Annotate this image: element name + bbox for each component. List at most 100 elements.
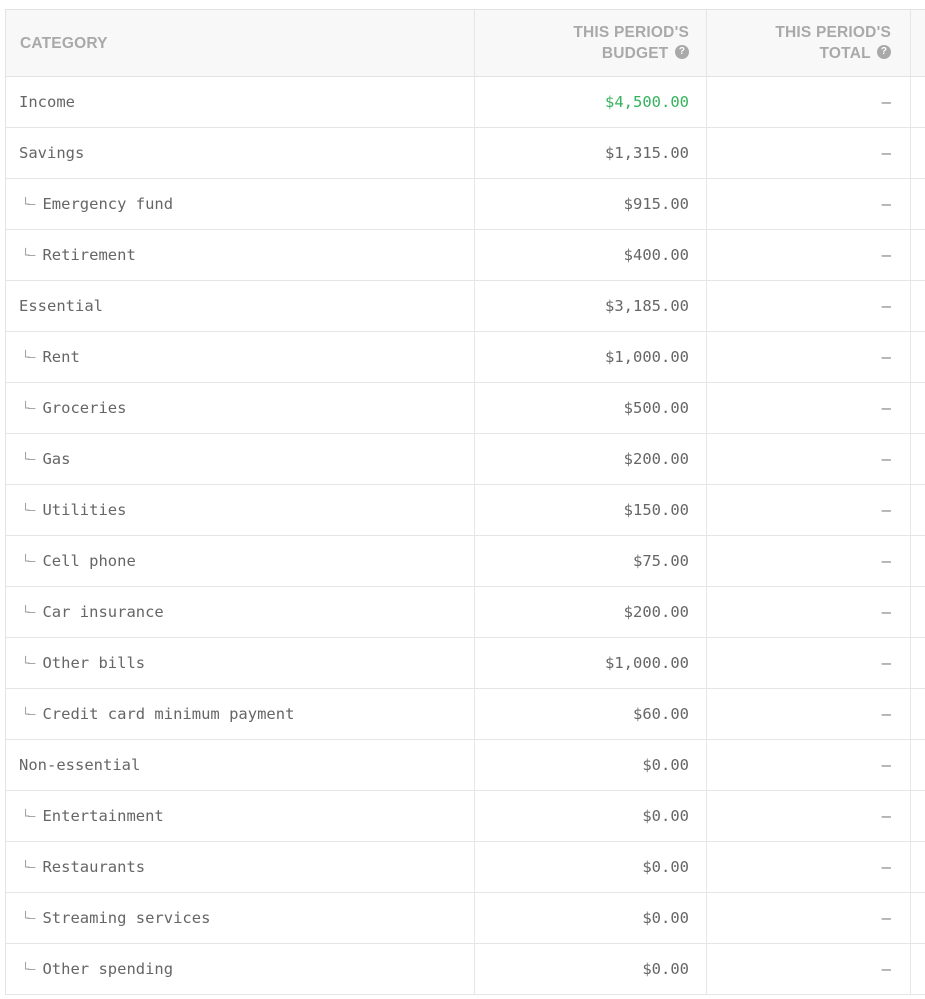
budget-cell[interactable]: $200.00 [475, 587, 707, 637]
branch-connector-icon: └– [22, 197, 35, 211]
budget-cell[interactable]: $0.00 [475, 842, 707, 892]
extra-cell [911, 230, 925, 280]
category-cell: └– Cell phone [6, 536, 475, 586]
budget-cell[interactable]: $60.00 [475, 689, 707, 739]
budget-amount: $200.00 [623, 450, 689, 468]
category-cell: └– Credit card minimum payment [6, 689, 475, 739]
total-cell: – [707, 842, 911, 892]
budget-amount: $0.00 [642, 807, 689, 825]
total-header-line2: TOTAL [819, 45, 871, 62]
category-label: Restaurants [42, 858, 146, 876]
total-amount: – [881, 195, 891, 213]
total-cell: – [707, 128, 911, 178]
table-row[interactable]: └– Cell phone $75.00 – [6, 536, 925, 587]
total-cell: – [707, 536, 911, 586]
table-row[interactable]: └– Car insurance $200.00 – [6, 587, 925, 638]
budget-cell[interactable]: $200.00 [475, 434, 707, 484]
category-label: Streaming services [42, 909, 211, 927]
table-row[interactable]: └– Entertainment $0.00 – [6, 791, 925, 842]
category-cell: └– Gas [6, 434, 475, 484]
total-cell: – [707, 434, 911, 484]
budget-cell[interactable]: $0.00 [475, 893, 707, 943]
total-cell: – [707, 77, 911, 127]
table-row[interactable]: Essential $3,185.00 – [6, 281, 925, 332]
budget-cell[interactable]: $3,185.00 [475, 281, 707, 331]
category-label: Rent [42, 348, 80, 366]
table-row[interactable]: └– Utilities $150.00 – [6, 485, 925, 536]
category-cell: └– Restaurants [6, 842, 475, 892]
total-column-header[interactable]: THIS PERIOD'S TOTAL ? [707, 10, 911, 76]
budget-help-icon[interactable]: ? [675, 44, 689, 59]
budget-cell[interactable]: $915.00 [475, 179, 707, 229]
category-cell: Savings [6, 128, 475, 178]
table-row[interactable]: └– Credit card minimum payment $60.00 – [6, 689, 925, 740]
total-header-label: THIS PERIOD'S TOTAL ? [775, 22, 891, 64]
budget-amount: $500.00 [623, 399, 689, 417]
total-cell: – [707, 332, 911, 382]
extra-cell [911, 791, 925, 841]
budget-cell[interactable]: $4,500.00 [475, 77, 707, 127]
category-label: Credit card minimum payment [42, 705, 295, 723]
total-amount: – [881, 297, 891, 315]
total-cell: – [707, 587, 911, 637]
budget-cell[interactable]: $1,315.00 [475, 128, 707, 178]
branch-connector-icon: └– [22, 962, 35, 976]
table-row[interactable]: └– Rent $1,000.00 – [6, 332, 925, 383]
budget-cell[interactable]: $1,000.00 [475, 332, 707, 382]
total-cell: – [707, 485, 911, 535]
total-cell: – [707, 179, 911, 229]
extra-cell [911, 842, 925, 892]
category-label: Car insurance [42, 603, 164, 621]
category-label: Other spending [42, 960, 174, 978]
budget-amount: $0.00 [642, 756, 689, 774]
extra-cell [911, 893, 925, 943]
table-row[interactable]: └– Streaming services $0.00 – [6, 893, 925, 944]
category-label: Non-essential [19, 756, 141, 774]
total-amount: – [881, 246, 891, 264]
table-row[interactable]: Savings $1,315.00 – [6, 128, 925, 179]
total-amount: – [881, 909, 891, 927]
branch-connector-icon: └– [22, 707, 35, 721]
table-row[interactable]: └– Emergency fund $915.00 – [6, 179, 925, 230]
total-amount: – [881, 348, 891, 366]
budget-column-header[interactable]: THIS PERIOD'S BUDGET ? [475, 10, 707, 76]
total-amount: – [881, 960, 891, 978]
category-column-header[interactable]: CATEGORY [6, 10, 475, 76]
category-cell: └– Streaming services [6, 893, 475, 943]
budget-amount: $3,185.00 [605, 297, 689, 315]
table-row[interactable]: └– Retirement $400.00 – [6, 230, 925, 281]
total-cell: – [707, 740, 911, 790]
budget-cell[interactable]: $0.00 [475, 791, 707, 841]
table-row[interactable]: Income $4,500.00 – [6, 77, 925, 128]
total-amount: – [881, 552, 891, 570]
budget-amount: $400.00 [623, 246, 689, 264]
category-cell: └– Rent [6, 332, 475, 382]
category-cell: └– Utilities [6, 485, 475, 535]
budget-cell[interactable]: $500.00 [475, 383, 707, 433]
table-row[interactable]: Non-essential $0.00 – [6, 740, 925, 791]
extra-cell [911, 485, 925, 535]
total-help-icon[interactable]: ? [877, 44, 891, 59]
budget-cell[interactable]: $0.00 [475, 944, 707, 994]
budget-amount: $915.00 [623, 195, 689, 213]
table-row[interactable]: └– Restaurants $0.00 – [6, 842, 925, 893]
branch-connector-icon: └– [22, 860, 35, 874]
table-row[interactable]: └– Groceries $500.00 – [6, 383, 925, 434]
budget-amount: $0.00 [642, 960, 689, 978]
budget-cell[interactable]: $150.00 [475, 485, 707, 535]
budget-cell[interactable]: $400.00 [475, 230, 707, 280]
category-label: Cell phone [42, 552, 136, 570]
budget-cell[interactable]: $75.00 [475, 536, 707, 586]
total-amount: – [881, 501, 891, 519]
extra-cell [911, 587, 925, 637]
budget-cell[interactable]: $0.00 [475, 740, 707, 790]
category-label: Gas [42, 450, 71, 468]
table-row[interactable]: └– Other bills $1,000.00 – [6, 638, 925, 689]
table-row[interactable]: └– Gas $200.00 – [6, 434, 925, 485]
budget-header-line2: BUDGET [601, 45, 669, 62]
total-amount: – [881, 93, 891, 111]
budget-cell[interactable]: $1,000.00 [475, 638, 707, 688]
table-row[interactable]: └– Other spending $0.00 – [6, 944, 925, 995]
extra-cell [911, 434, 925, 484]
total-cell: – [707, 230, 911, 280]
